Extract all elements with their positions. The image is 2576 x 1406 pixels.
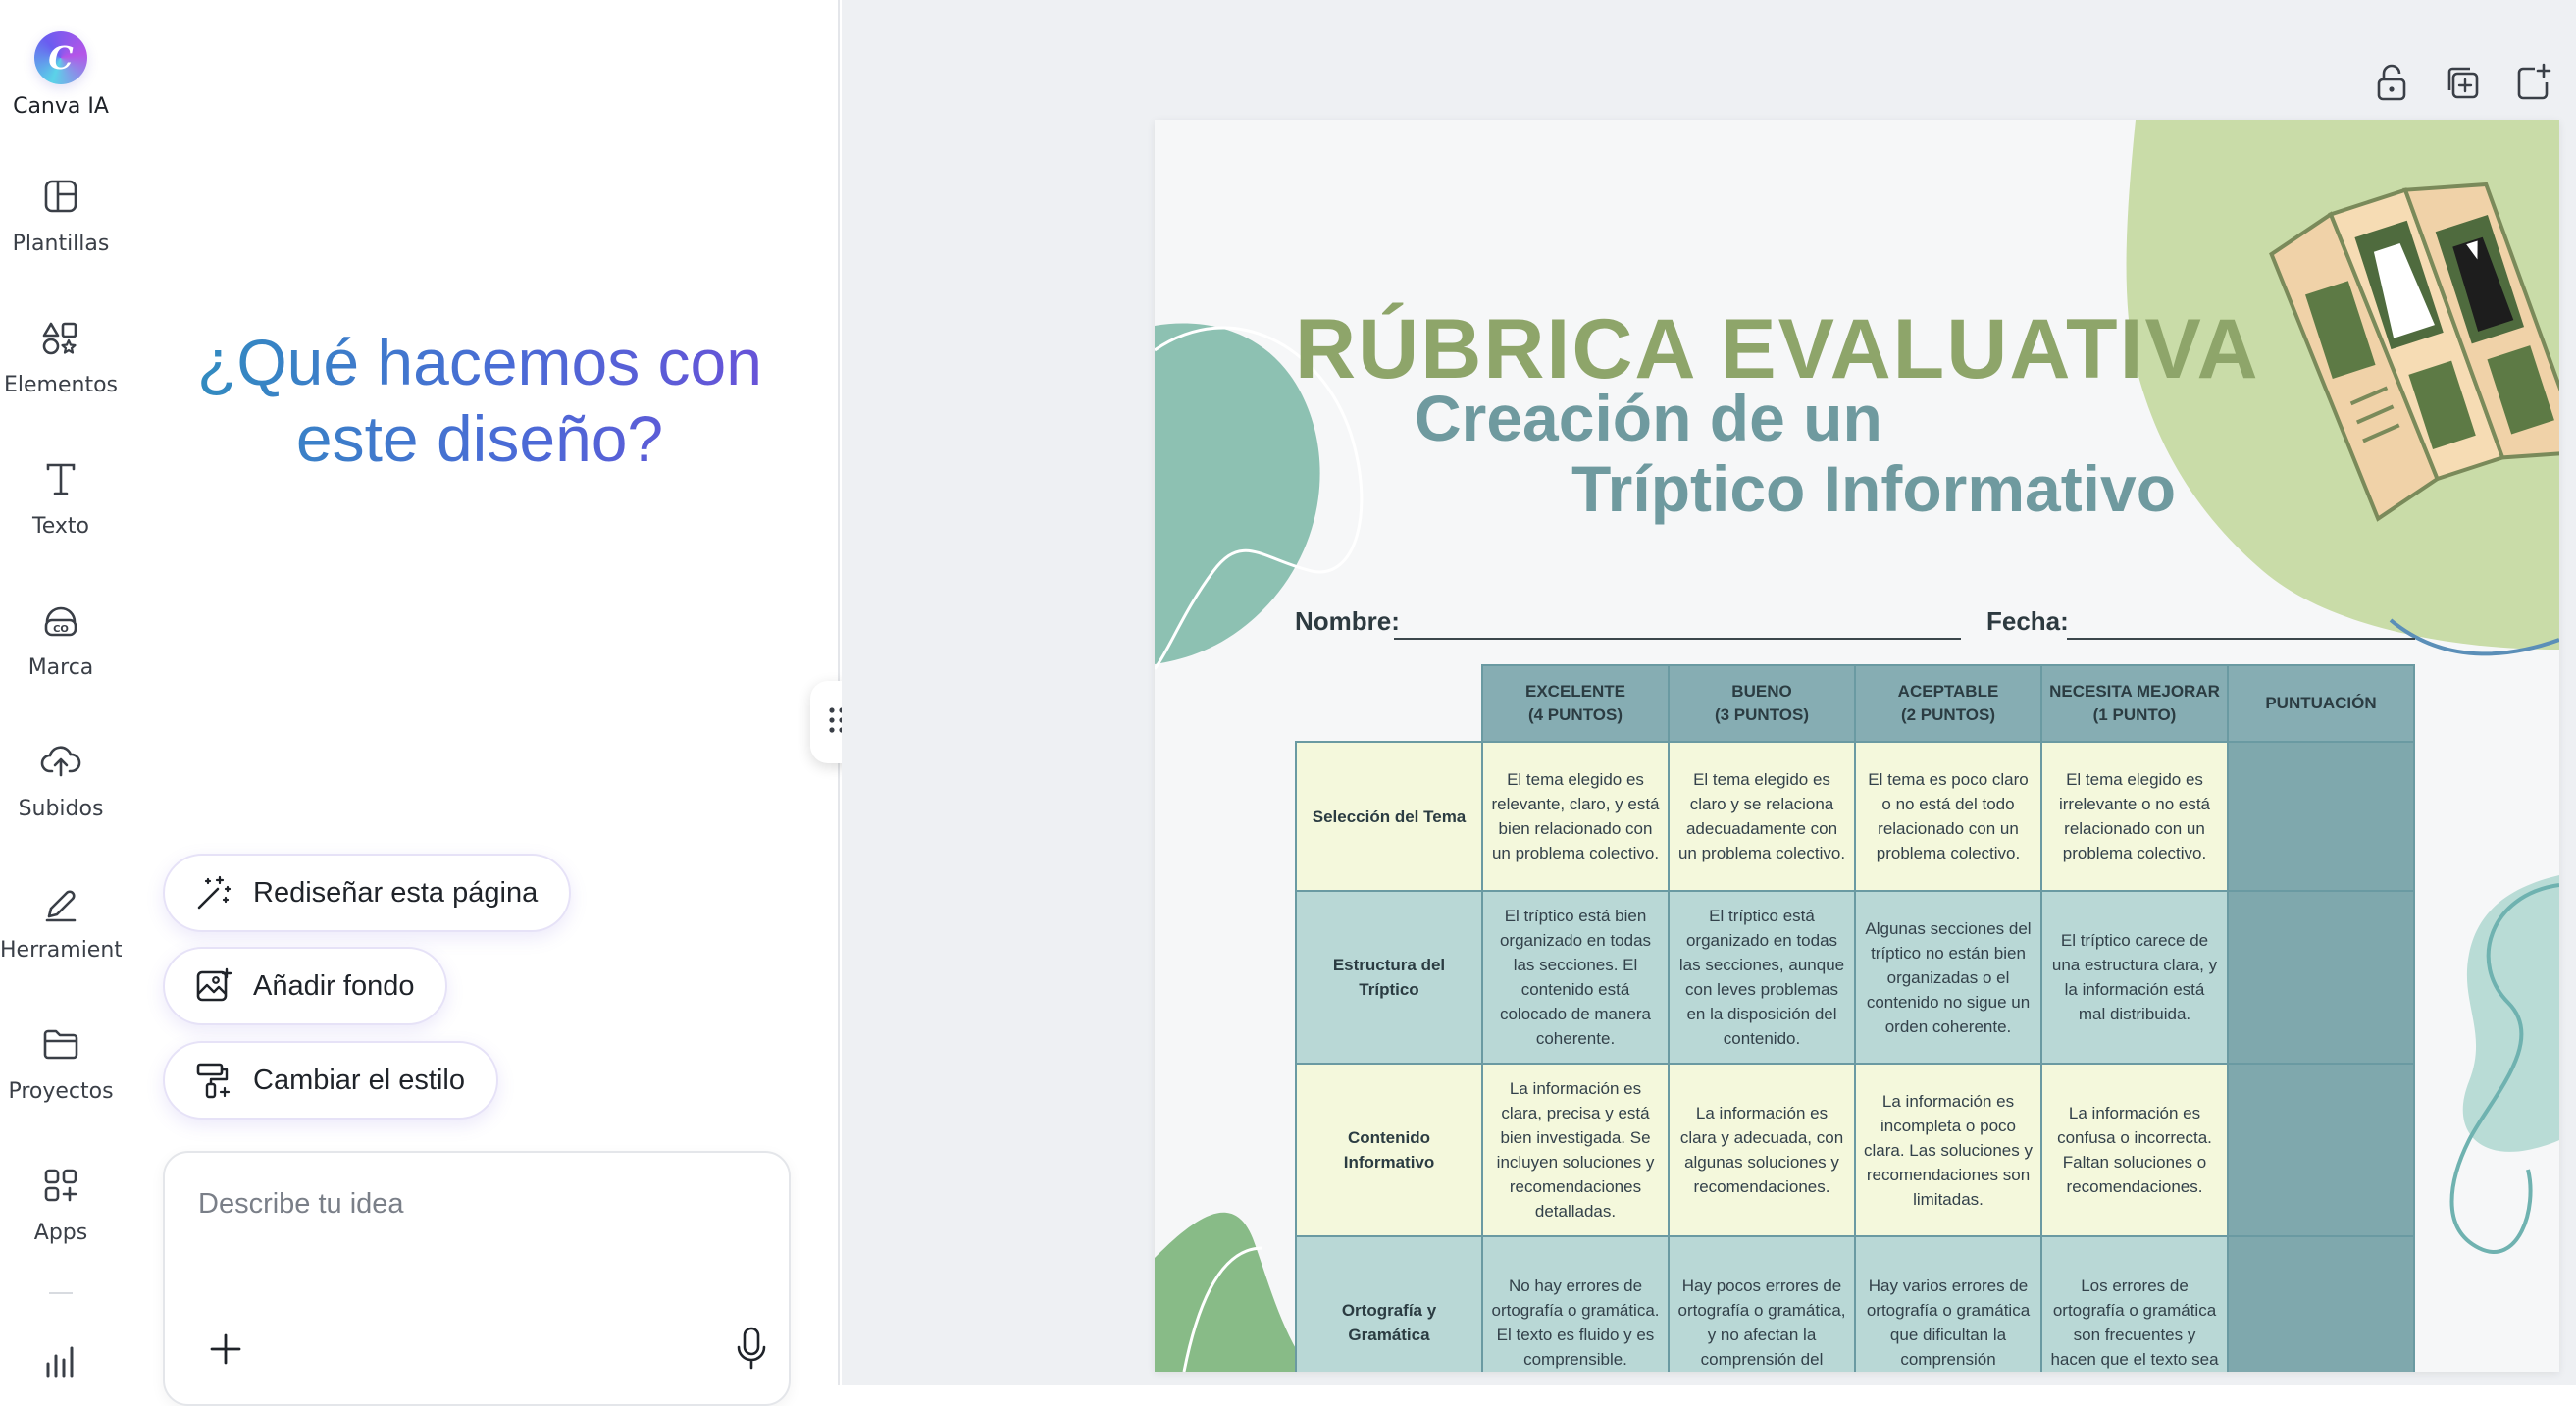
canva-logo-icon: C <box>34 31 87 84</box>
sidebar-item-subidos[interactable]: Subidos <box>0 740 122 821</box>
bottom-green-shape <box>1155 1212 1312 1372</box>
sidebar-item-label: Plantillas <box>12 232 110 256</box>
add-background-button[interactable]: Añadir fondo <box>163 947 448 1025</box>
chip-label: Rediseñar esta página <box>253 876 539 909</box>
chip-label: Cambiar el estilo <box>253 1064 465 1096</box>
table-header-row: EXCELENTE (4 PUNTOS) BUENO (3 PUNTOS) AC… <box>1296 664 2415 743</box>
criterion-cell: Ortografía y Gramática <box>1295 1235 1483 1372</box>
image-add-icon <box>194 966 233 1006</box>
table-row: Ortografía y Gramática No hay errores de… <box>1295 1235 2415 1372</box>
table-cell: La información es confusa o incorrecta. … <box>2040 1063 2229 1237</box>
table-cell: No hay errores de ortografía o gramática… <box>1481 1235 1670 1372</box>
sidebar-item-marca[interactable]: CO Marca <box>0 599 122 680</box>
table-header-cell: EXCELENTE (4 PUNTOS) <box>1481 664 1670 743</box>
chip-label: Añadir fondo <box>253 969 415 1002</box>
table-row: Estructura del Tríptico El tríptico está… <box>1295 890 2415 1065</box>
table-header-cell: PUNTUACIÓN <box>2227 664 2415 743</box>
add-page-icon[interactable] <box>2511 61 2554 104</box>
sidebar-item-canva-ia[interactable]: C Canva IA <box>0 31 122 119</box>
sidebar-item-proyectos[interactable]: Proyectos <box>0 1022 122 1104</box>
table-header-cell: ACEPTABLE (2 PUNTOS) <box>1854 664 2042 743</box>
table-header-blank <box>1296 665 1482 742</box>
name-label[interactable]: Nombre: <box>1295 606 1400 637</box>
table-cell: El tríptico está organizado en todas las… <box>1668 890 1856 1065</box>
table-cell: Hay varios errores de ortografía o gramá… <box>1854 1235 2042 1372</box>
criterion-cell: Estructura del Tríptico <box>1295 890 1483 1065</box>
score-cell[interactable] <box>2227 890 2415 1065</box>
sidebar-item-label: Texto <box>32 514 89 539</box>
design-subtitle-line-1[interactable]: Creación de un <box>1415 381 1882 455</box>
rubric-table[interactable]: EXCELENTE (4 PUNTOS) BUENO (3 PUNTOS) AC… <box>1295 664 2415 1372</box>
sidebar-item-label: Marca <box>27 655 94 680</box>
table-cell: El tema elegido es relevante, claro, y e… <box>1481 741 1670 892</box>
score-cell[interactable] <box>2227 741 2415 892</box>
sidebar-divider <box>49 1292 73 1294</box>
left-sidebar: C Canva IA Plantillas Elementos Texto CO… <box>0 0 122 1385</box>
table-cell: La información es incompleta o poco clar… <box>1854 1063 2042 1237</box>
sidebar-item-label: Canva IA <box>13 94 109 119</box>
table-cell: El tema elegido es claro y se relaciona … <box>1668 741 1856 892</box>
table-cell: Algunas secciones del tríptico no están … <box>1854 890 2042 1065</box>
sidebar-item-insights[interactable] <box>0 1338 122 1381</box>
right-teal-shape <box>2462 875 2559 1152</box>
templates-icon <box>39 175 82 218</box>
svg-text:CO: CO <box>53 624 69 635</box>
table-row: Selección del Tema El tema elegido es re… <box>1295 741 2415 892</box>
text-icon <box>39 457 82 500</box>
sidebar-item-elementos[interactable]: Elementos <box>0 316 122 397</box>
sidebar-item-apps[interactable]: Apps <box>0 1164 122 1245</box>
table-header-cell: NECESITA MEJORAR (1 PUNTO) <box>2040 664 2229 743</box>
design-page[interactable]: RÚBRICA EVALUATIVA Creación de un Trípti… <box>1155 120 2559 1372</box>
plus-icon[interactable] <box>204 1328 247 1371</box>
sidebar-item-herramientas[interactable]: Herramient... <box>0 881 122 963</box>
date-label[interactable]: Fecha: <box>1986 606 2069 637</box>
bar-chart-icon <box>39 1338 82 1381</box>
change-style-button[interactable]: Cambiar el estilo <box>163 1041 498 1120</box>
table-cell: El tema es poco claro o no está del todo… <box>1854 741 2042 892</box>
name-line <box>1394 638 1961 640</box>
prompt-composer <box>163 1151 791 1406</box>
sidebar-item-label: Herramient... <box>0 938 122 963</box>
criterion-cell: Selección del Tema <box>1295 741 1483 892</box>
elements-icon <box>39 316 82 359</box>
score-cell[interactable] <box>2227 1235 2415 1372</box>
canva-ai-panel: ¿Qué hacemos con este diseño? Rediseñar … <box>122 0 840 1406</box>
design-subtitle-line-2[interactable]: Tríptico Informativo <box>1571 451 2176 526</box>
table-cell: El tema elegido es irrelevante o no está… <box>2040 741 2229 892</box>
table-cell: El tríptico carece de una estructura cla… <box>2040 890 2229 1065</box>
table-cell: La información es clara y adecuada, con … <box>1668 1063 1856 1237</box>
microphone-icon[interactable] <box>730 1324 773 1373</box>
redesign-page-button[interactable]: Rediseñar esta página <box>163 854 572 932</box>
table-cell: La información es clara, precisa y está … <box>1481 1063 1670 1237</box>
date-line <box>2067 638 2415 640</box>
magic-wand-icon <box>194 873 233 912</box>
lock-icon[interactable] <box>2370 61 2413 104</box>
prompt-input[interactable] <box>198 1188 747 1221</box>
paint-roller-icon <box>194 1061 233 1100</box>
sidebar-item-plantillas[interactable]: Plantillas <box>0 175 122 256</box>
table-cell: Hay pocos errores de ortografía o gramát… <box>1668 1235 1856 1372</box>
duplicate-page-icon[interactable] <box>2441 61 2484 104</box>
table-row: Contenido Informativo La información es … <box>1295 1063 2415 1237</box>
brand-icon: CO <box>39 599 82 642</box>
folder-icon <box>39 1022 82 1066</box>
criterion-cell: Contenido Informativo <box>1295 1063 1483 1237</box>
sidebar-item-label: Subidos <box>18 797 104 821</box>
panel-heading: ¿Qué hacemos con este diseño? <box>161 324 799 477</box>
sidebar-item-label: Elementos <box>3 373 118 397</box>
sidebar-item-label: Apps <box>33 1221 88 1245</box>
table-cell: Los errores de ortografía o gramática so… <box>2040 1235 2229 1372</box>
table-header-cell: BUENO (3 PUNTOS) <box>1668 664 1856 743</box>
sidebar-item-label: Proyectos <box>8 1079 114 1104</box>
score-cell[interactable] <box>2227 1063 2415 1237</box>
upload-icon <box>39 740 82 783</box>
apps-icon <box>39 1164 82 1207</box>
tools-icon <box>39 881 82 924</box>
sidebar-item-texto[interactable]: Texto <box>0 457 122 539</box>
table-cell: El tríptico está bien organizado en toda… <box>1481 890 1670 1065</box>
